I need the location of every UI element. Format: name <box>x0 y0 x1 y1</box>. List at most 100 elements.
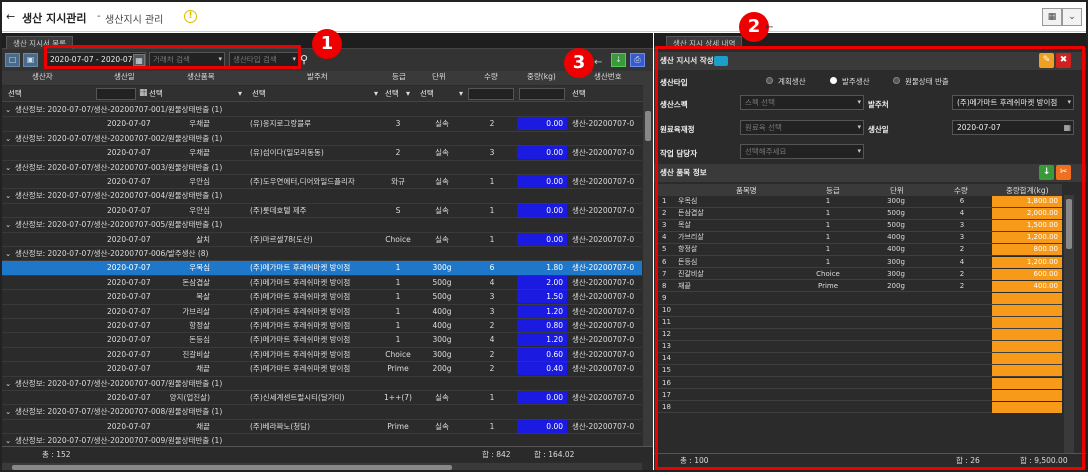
table-row[interactable]: 2020-07-07 항정살 (주)메가마트 후레쉬마켓 방이점 1 400g 2 0.80… <box>2 319 642 334</box>
cell-weight: 0.00 <box>517 391 567 404</box>
cell-weight: 2.00 <box>517 275 567 289</box>
page-subtitle: 생산지시 관리 <box>105 15 164 26</box>
group-row[interactable]: ⌄ 생산정보: 2020-07-07/생산-20200707-006/발주생산 (… <box>2 247 642 262</box>
search-icon[interactable]: ⚲ <box>300 53 308 66</box>
chevron-down-icon[interactable]: ⌄ <box>5 377 11 391</box>
group-label: 생산정보: 2020-07-07/생산-20200707-001/원물상태반출 … <box>15 105 223 114</box>
group-row[interactable]: ⌄ 생산정보: 2020-07-07/생산-20200707-007/원물상태반출… <box>2 376 642 391</box>
print-icon[interactable]: ⎙ <box>630 53 645 67</box>
cell-date: 2020-07-07 <box>107 205 151 215</box>
cell-client: (주)베라짜노(청담) <box>250 421 311 431</box>
chevron-down-icon[interactable]: ⌄ <box>5 189 11 203</box>
cell-weight: 0.00 <box>517 419 567 433</box>
cell-unit: 500g <box>432 277 452 287</box>
table-row[interactable]: 2020-07-07 살치 (주)마르셀78(도산) Choice 실속 1 0.00 생산-… <box>2 232 642 247</box>
cell-grade: Prime <box>387 364 409 374</box>
cell-qty: 3 <box>489 306 495 316</box>
group-label: 생산정보: 2020-07-07/생산-20200707-008/원물상태반출 … <box>15 407 223 417</box>
group-row[interactable]: ⌄ 생산정보: 2020-07-07/생산-20200707-003/원물상태반출… <box>2 160 642 175</box>
calendar-icon[interactable]: ▦ <box>139 88 148 98</box>
cell-number: 생산-20200707-0 <box>572 205 635 215</box>
cell-grade: 와규 <box>391 177 405 186</box>
total-count: 총 : 152 <box>42 450 71 459</box>
filter-number[interactable]: 선택 <box>572 86 586 102</box>
table-row[interactable]: 2020-07-07 돈삼겹살 (주)메가마트 후레쉬마켓 방이점 1 500g 4 2.0… <box>2 275 642 291</box>
col-qty: 수량 <box>484 72 498 81</box>
cell-item: 우목심 <box>189 263 210 273</box>
col-item: 생산품목 <box>187 72 215 81</box>
chevron-down-icon[interactable]: ⌄ <box>5 161 11 175</box>
filter-unit[interactable]: 선택 <box>420 86 434 102</box>
cell-number: 생산-20200707-0 <box>572 234 635 244</box>
list-hscrollbar[interactable] <box>2 463 642 470</box>
table-row[interactable]: 2020-07-07 우목심 (주)메가마트 후레쉬마켓 방이점 1 300g 6 1.80… <box>2 261 642 276</box>
filter-date[interactable] <box>96 88 136 100</box>
chevron-down-icon[interactable]: ⌄ <box>1062 8 1082 26</box>
filter-producer[interactable]: 선택 <box>8 86 22 102</box>
cell-item: 돈등심 <box>189 335 210 345</box>
table-row[interactable]: 2020-07-07 우안심 (주)롯데호텔 제주 S 실속 1 0.00 생산-202007… <box>2 203 642 219</box>
group-row[interactable]: ⌄ 생산정보: 2020-07-07/생산-20200707-001/원물상태반출… <box>2 103 642 118</box>
cell-client: (주)롯데호텔 제주 <box>250 205 307 215</box>
table-row[interactable]: 2020-07-07 채끝 (주)베라짜노(청담) Prime 실속 1 0.00 생산-20… <box>2 419 642 435</box>
table-row[interactable]: 2020-07-07 가브리살 (주)메가마트 후레쉬마켓 방이점 1 400g 3 1.2… <box>2 304 642 319</box>
cell-number: 생산-20200707-0 <box>572 349 635 359</box>
cell-date: 2020-07-07 <box>107 148 151 158</box>
open-folder-icon[interactable]: ▣ <box>23 53 38 67</box>
arrow-left-icon: ← <box>765 22 774 33</box>
col-client: 발주처 <box>307 72 328 81</box>
cell-qty: 1 <box>489 177 495 186</box>
group-row[interactable]: ⌄ 생산정보: 2020-07-07/생산-20200707-008/원물상태반출… <box>2 405 642 420</box>
cell-grade: 3 <box>395 119 401 129</box>
cell-date: 2020-07-07 <box>107 349 151 359</box>
table-row[interactable]: 2020-07-07 우채끝 (유)섬이다(일모리동동) 2 실속 3 0.00 생산-202… <box>2 146 642 161</box>
filter-qty[interactable] <box>468 88 514 100</box>
title-bar: ← 생산 지시관리 - 생산지시 관리 ! ▦ ⌄ <box>2 2 1086 32</box>
filter-weight[interactable] <box>519 88 565 100</box>
table-row[interactable]: 2020-07-07 양지(업진살) (주)신세계센트럴시티(달가미) 1++(7) 실… <box>2 391 642 406</box>
excel-export-icon[interactable]: ↓ <box>611 53 626 67</box>
table-row[interactable]: 2020-07-07 돈등심 (주)메가마트 후레쉬마켓 방이점 1 300g 4 1.20… <box>2 333 642 348</box>
back-arrow-icon[interactable]: ← <box>6 10 15 23</box>
table-row[interactable]: 2020-07-07 목살 (주)메가마트 후레쉬마켓 방이점 1 500g 3 1.50 생… <box>2 290 642 305</box>
group-row[interactable]: ⌄ 생산정보: 2020-07-07/생산-20200707-004/원물상태반출… <box>2 189 642 204</box>
chevron-down-icon[interactable]: ⌄ <box>5 247 11 261</box>
table-row[interactable]: 2020-07-07 채끝 (주)메가마트 후레쉬마켓 방이점 Prime 200g 2 0… <box>2 362 642 377</box>
cell-unit: 실속 <box>435 205 449 215</box>
layout-grid-icon[interactable]: ▦ <box>1042 8 1062 26</box>
cell-date: 2020-07-07 <box>107 393 151 402</box>
cell-unit: 실속 <box>435 393 449 402</box>
cell-unit: 500g <box>432 292 452 302</box>
cell-grade: 1 <box>395 321 401 330</box>
cell-number: 생산-20200707-0 <box>572 364 635 374</box>
chevron-down-icon[interactable]: ⌄ <box>5 218 11 232</box>
col-weight: 중량(kg) <box>527 72 556 81</box>
chevron-down-icon[interactable]: ⌄ <box>5 405 11 419</box>
table-row[interactable]: 2020-07-07 진갈비살 (주)메가마트 후레쉬마켓 방이점 Choice 300… <box>2 347 642 363</box>
filter-grade[interactable]: 선택 <box>385 86 399 102</box>
cell-qty: 1 <box>489 393 495 402</box>
list-scrollbar[interactable] <box>643 71 653 448</box>
table-row[interactable]: 2020-07-07 우채끝 (유)옹지로그랑블루 3 실속 2 0.00 생산-202007… <box>2 117 642 132</box>
cell-unit: 실속 <box>435 421 449 431</box>
chevron-down-icon[interactable]: ⌄ <box>5 132 11 146</box>
cell-unit: 300g <box>432 263 452 273</box>
cell-qty: 1 <box>489 421 495 431</box>
cell-grade: 1 <box>395 263 401 273</box>
cell-item: 우채끝 <box>189 148 210 158</box>
group-label: 생산정보: 2020-07-07/생산-20200707-002/원물상태반출 … <box>15 133 223 143</box>
filter-client[interactable]: 선택 <box>252 86 266 102</box>
cell-weight: 0.00 <box>517 203 567 217</box>
group-row[interactable]: ⌄ 생산정보: 2020-07-07/생산-20200707-005/원물상태반출… <box>2 218 642 233</box>
group-row[interactable]: ⌄ 생산정보: 2020-07-07/생산-20200707-002/원물상태반출… <box>2 131 642 147</box>
chevron-down-icon[interactable]: ⌄ <box>5 103 11 117</box>
info-icon[interactable]: ! <box>184 10 197 23</box>
cell-item: 목살 <box>196 292 210 302</box>
table-row[interactable]: 2020-07-07 우안심 (주)도우연에터,디어와일드플리자 와규 실속 1 0.00 생… <box>2 175 642 190</box>
arrow-left-icon: ← <box>594 57 603 68</box>
new-folder-icon[interactable]: □ <box>5 53 20 67</box>
filter-highlight-box <box>44 45 301 69</box>
filter-item[interactable]: 선택 <box>149 86 163 102</box>
cell-unit: 실속 <box>435 119 449 129</box>
cell-item: 양지(업진살) <box>169 393 210 402</box>
